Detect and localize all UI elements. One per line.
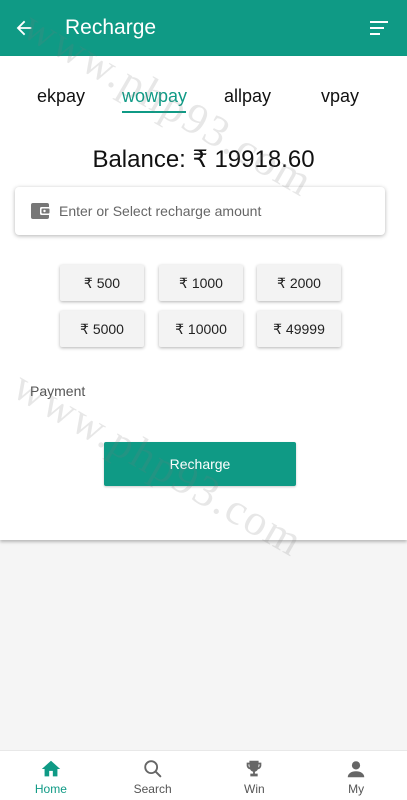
- home-icon: [41, 760, 61, 777]
- trophy-icon: [247, 760, 262, 777]
- balance-text: Balance: ₹ 19918.60: [92, 146, 315, 173]
- nav-label-my: My: [348, 782, 365, 796]
- bottom-nav: Home Search Win My: [0, 750, 407, 800]
- menu-button[interactable]: [369, 18, 389, 38]
- back-button[interactable]: [0, 0, 48, 56]
- amount-option-500[interactable]: ₹ 500: [60, 265, 144, 301]
- nav-item-my[interactable]: My: [305, 751, 407, 800]
- wallet-icon: [31, 203, 51, 219]
- arrow-left-icon: [16, 20, 32, 36]
- tab-ekpay[interactable]: ekpay: [37, 86, 85, 107]
- amount-field[interactable]: [15, 187, 385, 235]
- amount-input[interactable]: [59, 203, 359, 219]
- recharge-button[interactable]: Recharge: [104, 442, 296, 486]
- user-icon: [347, 761, 365, 778]
- tab-allpay[interactable]: allpay: [224, 86, 271, 107]
- search-icon: [143, 760, 161, 778]
- app-header: Recharge: [0, 0, 407, 56]
- active-tab-indicator: [122, 111, 186, 113]
- nav-label-search: Search: [133, 782, 172, 796]
- recharge-card: ekpay wowpay allpay vpay Balance: ₹ 1991…: [0, 56, 407, 540]
- payment-label: Payment: [30, 383, 86, 399]
- nav-item-win[interactable]: Win: [204, 751, 306, 800]
- menu-lines-icon: [370, 21, 388, 35]
- amount-option-5000[interactable]: ₹ 5000: [60, 311, 144, 347]
- amount-option-2000[interactable]: ₹ 2000: [257, 265, 341, 301]
- nav-item-search[interactable]: Search: [102, 751, 204, 800]
- nav-label-win: Win: [244, 782, 265, 796]
- tab-wowpay[interactable]: wowpay: [122, 86, 187, 107]
- payment-tabs: ekpay wowpay allpay vpay: [0, 86, 407, 116]
- amount-option-1000[interactable]: ₹ 1000: [159, 265, 243, 301]
- nav-label-home: Home: [34, 782, 67, 796]
- page-title: Recharge: [65, 16, 157, 39]
- nav-item-home[interactable]: Home: [0, 751, 102, 800]
- tab-vpay[interactable]: vpay: [321, 86, 359, 107]
- amount-option-49999[interactable]: ₹ 49999: [257, 311, 341, 347]
- amount-option-10000[interactable]: ₹ 10000: [159, 311, 243, 347]
